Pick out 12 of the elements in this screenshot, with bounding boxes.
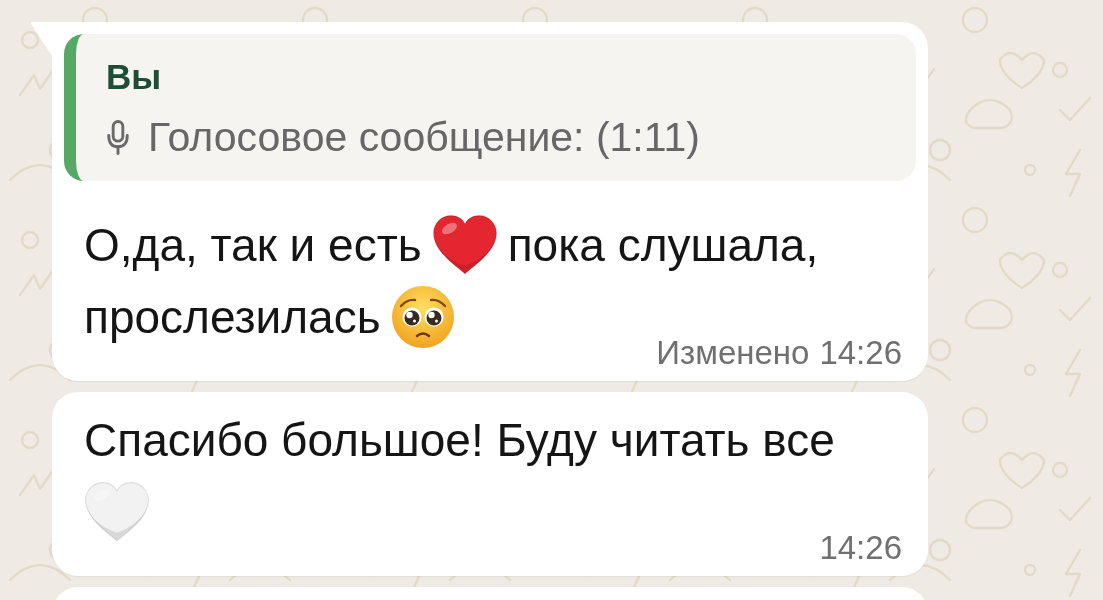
quote-author: Вы — [106, 57, 162, 97]
microphone-icon — [106, 119, 130, 155]
message-time: 14:26 — [819, 530, 902, 566]
message-time: 14:26 — [819, 335, 902, 371]
message-text: Спасибо большое! Буду читать все — [84, 413, 835, 467]
message-text: пока слушала, — [507, 218, 819, 272]
pleading-face-icon — [390, 285, 455, 349]
quote-preview-text: Голосовое сообщение: (1:11) — [148, 113, 700, 161]
message-text: прослезилась — [84, 290, 381, 344]
edited-label: Изменено — [656, 335, 810, 371]
reply-quote[interactable]: Вы Голосовое сообщение: (1:11) — [64, 34, 916, 181]
message-text: О,да, так и есть — [84, 218, 422, 272]
